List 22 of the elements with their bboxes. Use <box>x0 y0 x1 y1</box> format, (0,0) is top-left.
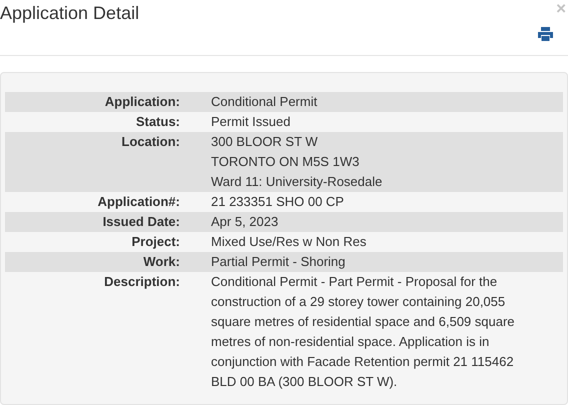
field-label: Location: <box>120 133 180 151</box>
field-value: Partial Permit - Shoring <box>211 253 346 271</box>
field-value: Apr 5, 2023 <box>211 213 280 231</box>
field-value: Permit Issued <box>211 113 292 131</box>
field-value: 21 233351 SHO 00 CP <box>211 193 345 211</box>
field-label: Application#: <box>96 193 180 211</box>
field-value: TORONTO ON M5S 1W3 <box>211 153 360 171</box>
field-label: Application: <box>104 93 180 111</box>
field-value: Conditional Permit - Part Permit - Proposal for the construction of a 29 storey tower containing 20,055 square metres of residential space and 6,509 square metres of non-residential space. Application is in conjunction with Facade Retention permit 21 115462 BLD 00 BA (300 BLOOR ST W). <box>211 273 516 391</box>
field-label: Issued Date: <box>102 213 180 231</box>
close-button[interactable]: × <box>556 0 566 17</box>
field-value: 300 BLOOR ST W <box>211 133 319 151</box>
field-label: Description: <box>103 273 180 291</box>
field-label: Status: <box>134 113 180 131</box>
field-value: Mixed Use/Res w Non Res <box>211 233 368 251</box>
field-label: Project: <box>130 233 180 251</box>
print-button[interactable] <box>538 27 553 41</box>
dialog-title: Application Detail <box>0 2 140 24</box>
field-value: Ward 11: University-Rosedale <box>211 173 384 191</box>
print-icon <box>538 27 553 41</box>
field-label: Work: <box>142 253 180 271</box>
field-value: Conditional Permit <box>211 93 318 111</box>
